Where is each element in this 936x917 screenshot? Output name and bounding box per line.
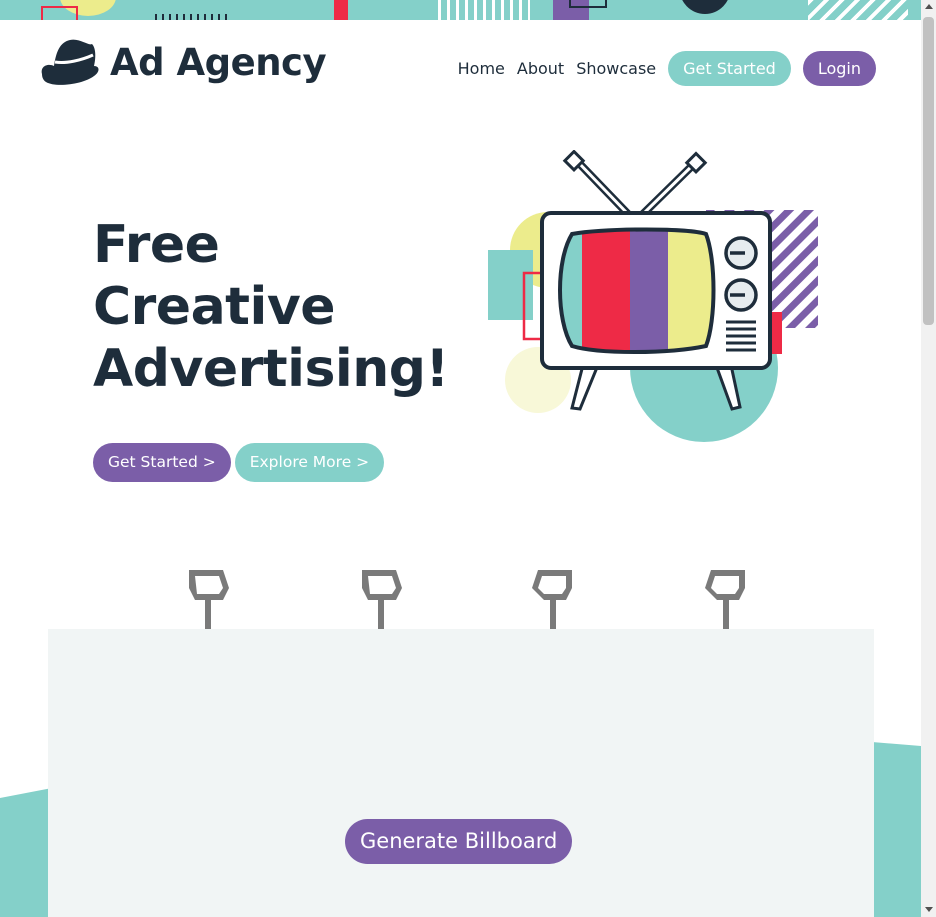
login-button[interactable]: Login: [802, 51, 876, 86]
decor-teal-wedge-left: [0, 788, 52, 917]
nav-about-link[interactable]: About: [517, 51, 564, 86]
hero-title: Free Creative Advertising!: [93, 214, 493, 400]
spotlight-lamp-icon: [705, 570, 745, 630]
hero-get-started-button[interactable]: Get Started >: [93, 443, 231, 482]
brand-logo[interactable]: Ad Agency: [38, 36, 327, 88]
billboard-panel: [48, 629, 874, 917]
decor-tick-marks: [155, 14, 231, 20]
scroll-down-arrow-icon[interactable]: [925, 907, 933, 912]
brand-name: Ad Agency: [110, 40, 327, 84]
nav-get-started-button[interactable]: Get Started: [668, 51, 791, 86]
hero-actions: Get Started > Explore More >: [93, 443, 385, 482]
scroll-up-arrow-icon[interactable]: [925, 4, 933, 9]
main-nav: Home About Showcase Get Started Login: [458, 51, 876, 86]
retro-tv-illustration: [488, 150, 818, 442]
hero-title-line: Free: [93, 215, 220, 275]
nav-showcase-link[interactable]: Showcase: [576, 51, 656, 86]
spotlight-lamp-icon: [532, 570, 572, 630]
page-scrollbar[interactable]: [921, 0, 936, 917]
explore-more-button[interactable]: Explore More >: [234, 443, 385, 482]
decor-teal-wedge-right: [872, 742, 921, 917]
fedora-hat-icon: [41, 39, 99, 85]
decor-diagonal-stripes: [808, 0, 908, 20]
generate-billboard-button[interactable]: Generate Billboard: [345, 819, 573, 864]
spotlight-lamp-icon: [362, 570, 402, 630]
spotlight-lamp-icon: [189, 570, 229, 630]
decor-white-bars: [438, 0, 530, 20]
hero-title-line: Advertising!: [93, 339, 449, 399]
nav-home-link[interactable]: Home: [458, 51, 505, 86]
decor-red-square: [41, 6, 78, 20]
scrollbar-thumb[interactable]: [923, 17, 934, 325]
decor-navy-circle: [679, 0, 731, 14]
top-decorative-strip: [0, 0, 921, 20]
decor-red-bar: [334, 0, 348, 20]
hero-title-line: Creative: [93, 277, 336, 337]
decor-navy-outline: [569, 0, 607, 8]
